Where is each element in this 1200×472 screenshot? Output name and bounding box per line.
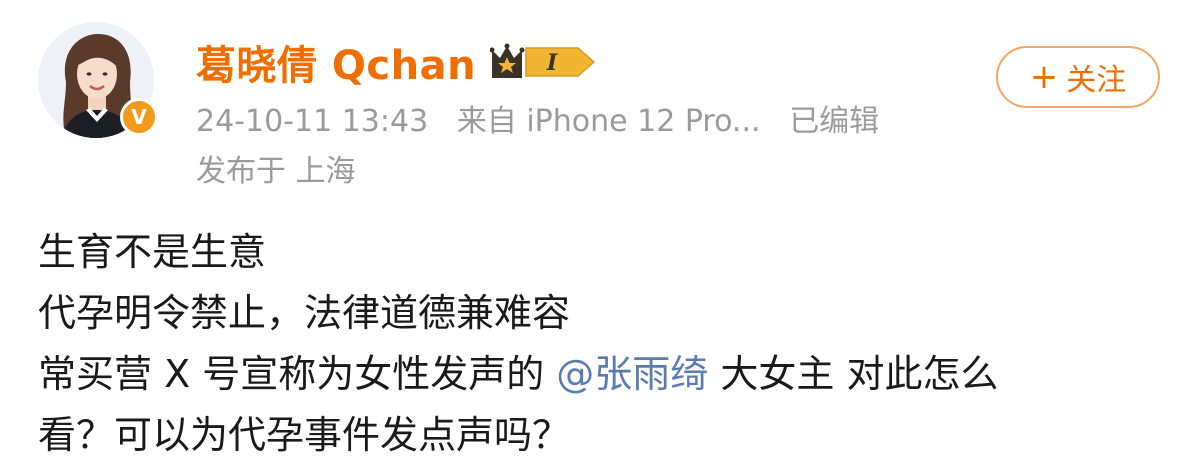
follow-label: 关注 — [1066, 63, 1127, 98]
username-row: 葛晓倩 Qchan I — [196, 34, 598, 90]
post-body: 生育不是生意 代孕明令禁止，法律道德兼难容 常买营 X 号宣称为女性发声的 @张… — [38, 222, 1178, 466]
username[interactable]: 葛晓倩 Qchan — [196, 33, 476, 91]
edited-label[interactable]: 已编辑 — [789, 104, 879, 139]
post-meta: 24-10-11 13:43 来自 iPhone 12 Pro... 已编辑 — [196, 96, 879, 140]
user-mention-link[interactable]: @张雨绮 — [556, 352, 708, 396]
post-line-3-start: 常买营 X 号宣称为女性发声的 — [38, 352, 557, 396]
post-line-1: 生育不是生意 — [38, 230, 267, 274]
post-line-3-end: 大女主 对此怎么 — [708, 352, 999, 396]
plus-icon: + — [1029, 57, 1059, 97]
verified-mark: V — [131, 105, 147, 129]
post-line-4: 看？可以为代孕事件发点声吗？ — [38, 413, 571, 457]
verified-badge-icon: V — [120, 98, 158, 136]
post-source: 来自 iPhone 12 Pro... — [456, 104, 761, 139]
avatar-container[interactable]: V — [38, 22, 158, 138]
post-timestamp[interactable]: 24-10-11 13:43 — [196, 104, 428, 139]
follow-button[interactable]: + 关注 — [996, 46, 1160, 108]
post-line-3: 常买营 X 号宣称为女性发声的 @张雨绮 大女主 对此怎么 — [38, 344, 1178, 405]
post-line-2: 代孕明令禁止，法律道德兼难容 — [38, 291, 571, 335]
post-location: 发布于 上海 — [196, 154, 356, 189]
member-level-text: I — [546, 50, 558, 76]
member-level-badge-icon[interactable]: I — [490, 42, 598, 82]
